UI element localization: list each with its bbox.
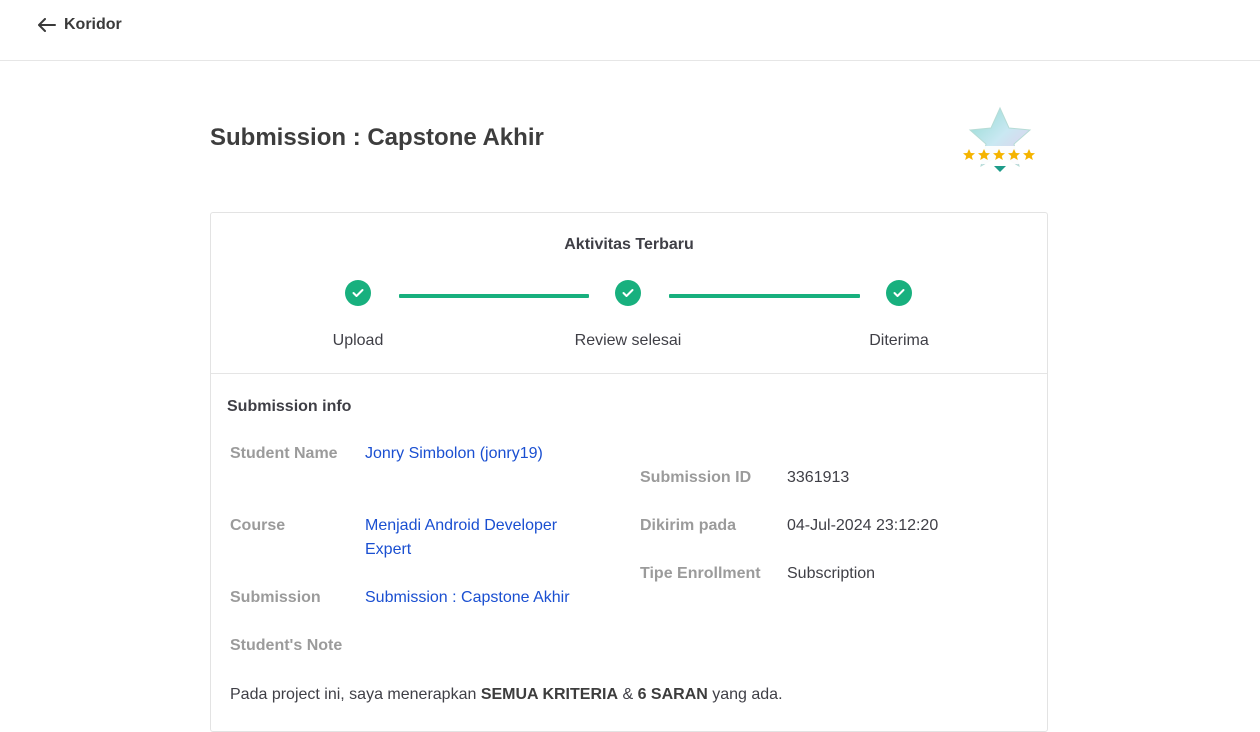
submission-card: Aktivitas Terbaru Upload Review selesai … [210,212,1048,732]
course-link[interactable]: Menjadi Android Developer Expert [365,514,605,562]
back-link-label: Koridor [64,16,122,33]
student-name-link[interactable]: Jonry Simbolon (jonry19) [365,442,605,466]
step-review-check-icon [615,280,641,306]
submission-label: Submission [230,589,321,606]
sent-at-value: 04-Jul-2024 23:12:20 [787,517,939,534]
activity-section: Aktivitas Terbaru Upload Review selesai … [211,213,1047,374]
enrollment-type-value: Subscription [787,565,876,582]
top-bar: Koridor [0,0,1260,61]
sent-at-label: Dikirim pada [640,517,737,534]
activity-title: Aktivitas Terbaru [564,236,694,253]
submission-id-label: Submission ID [640,469,752,486]
student-note-text: Pada project ini, saya menerapkan SEMUA … [230,683,783,707]
page-title: Submission : Capstone Akhir [210,124,544,151]
note-bold-suggestions: 6 SARAN [637,686,708,703]
student-name-label: Student Name [230,445,338,462]
step-label-accepted: Diterima [869,332,929,349]
step-label-review: Review selesai [574,332,682,349]
step-label-upload: Upload [332,332,384,349]
step-upload-check-icon [345,280,371,306]
course-label: Course [230,517,286,534]
submission-link[interactable]: Submission : Capstone Akhir [365,586,625,610]
progress-line-2 [669,294,860,298]
note-bold-criteria: SEMUA KRITERIA [480,686,618,703]
progress-line-1 [399,294,589,298]
step-accepted-check-icon [886,280,912,306]
submission-id-value: 3361913 [787,469,850,486]
enrollment-type-label: Tipe Enrollment [640,565,761,582]
note-text-2: & [618,686,638,703]
submission-info-title: Submission info [227,398,352,415]
student-note-label: Student's Note [230,637,343,654]
back-to-koridor-link[interactable]: Koridor [38,14,122,36]
star-rating-badge-icon [954,104,1048,178]
note-text-3: yang ada. [707,686,783,703]
note-text-1: Pada project ini, saya menerapkan [230,686,481,703]
arrow-left-icon [38,18,56,32]
